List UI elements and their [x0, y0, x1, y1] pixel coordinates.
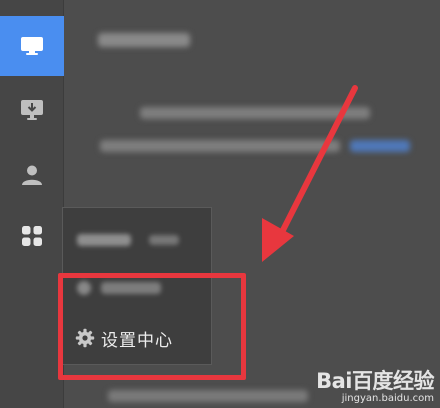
- watermark-logo: Bai百度经验: [316, 369, 434, 393]
- annotation-arrow: [262, 85, 358, 262]
- baidu-jingyan-watermark: Bai百度经验 jingyan.baidu.com: [316, 365, 434, 404]
- app-window: { "sidebar": { "items": [ {"icon": "moni…: [0, 0, 440, 408]
